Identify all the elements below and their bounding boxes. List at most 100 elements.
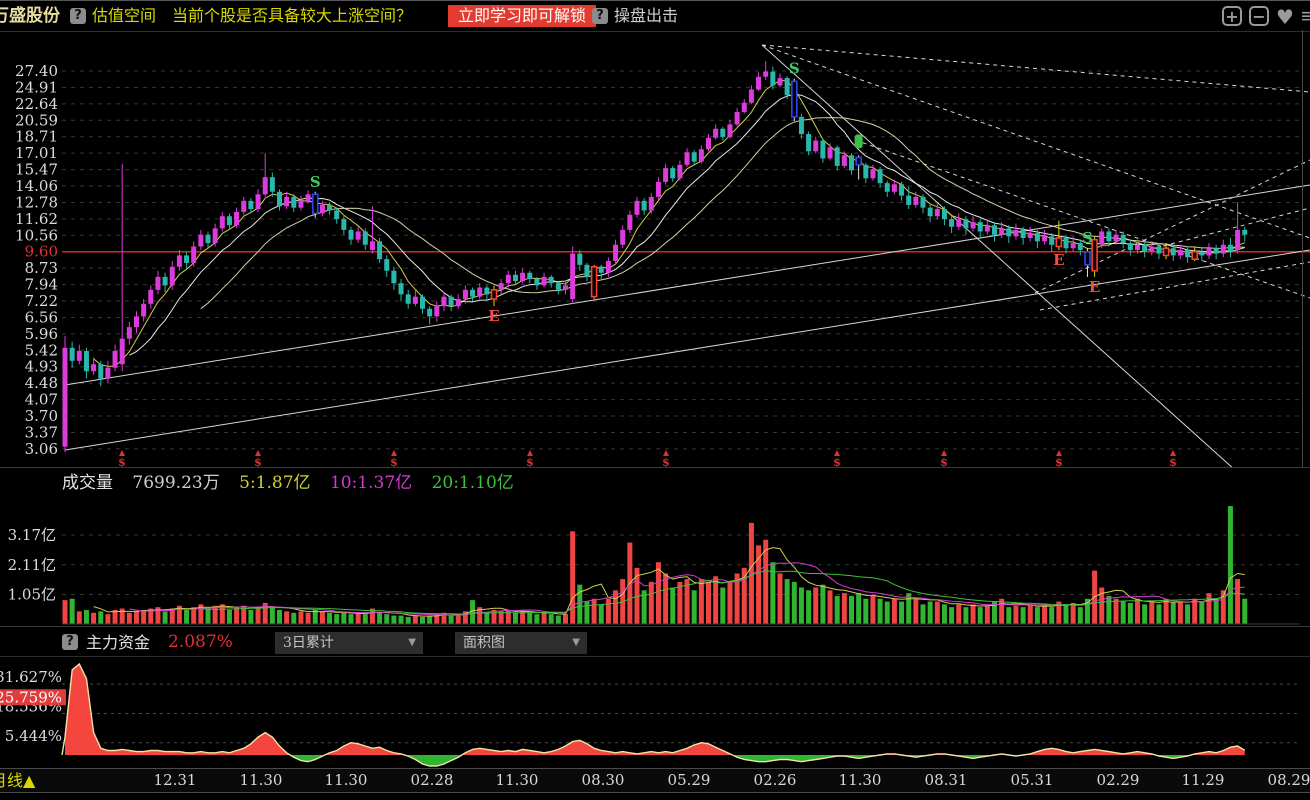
date-tick-label: 02.26: [753, 771, 797, 789]
svg-text:5.96: 5.96: [25, 325, 58, 343]
date-tick-label: 05.31: [1010, 771, 1054, 789]
svg-text:$: $: [833, 456, 841, 467]
volume-label: 成交量: [62, 473, 113, 493]
fund-flow-label: 主力资金: [86, 633, 151, 652]
svg-text:$: $: [526, 456, 534, 467]
svg-text:4.07: 4.07: [25, 391, 58, 409]
svg-text:3.06: 3.06: [25, 440, 58, 458]
svg-text:9.60: 9.60: [25, 243, 58, 261]
svg-text:3.17亿: 3.17亿: [8, 526, 56, 544]
svg-text:25.759%: 25.759%: [0, 688, 62, 706]
help-icon[interactable]: ?: [592, 8, 608, 24]
svg-text:$: $: [662, 456, 670, 467]
date-axis[interactable]: 月线▲ 12.31 11.30 11.30 02.28 11.30 08.30 05.29 0…: [0, 768, 1310, 793]
svg-text:3.37: 3.37: [25, 423, 58, 441]
date-tick-label: 11.30: [324, 771, 368, 789]
zoom-out-icon[interactable]: −: [1249, 6, 1269, 26]
price-tick-labels: 27.4024.9122.6420.5918.7117.0115.4714.06…: [15, 62, 58, 458]
svg-text:$: $: [390, 456, 398, 467]
menu-item-estimate-space[interactable]: 估值空间: [92, 1, 156, 31]
zoom-in-icon[interactable]: +: [1222, 6, 1242, 26]
svg-text:31.627%: 31.627%: [0, 668, 62, 686]
favorite-heart-icon[interactable]: ♥: [1276, 5, 1294, 29]
svg-text:15.47: 15.47: [15, 161, 58, 179]
stock-app-window: 万盛股份 ? 估值空间 当前个股是否具备较大上涨空间？ 立即学习即可解锁 ? 操…: [0, 0, 1310, 800]
svg-text:$: $: [940, 456, 948, 467]
chart-type-dropdown[interactable]: 面积图 ▼: [455, 632, 587, 654]
svg-text:8.73: 8.73: [25, 259, 58, 277]
date-tick-label: 08.30: [581, 771, 625, 789]
divider: [0, 626, 1310, 627]
chevron-down-icon: ▼: [572, 637, 580, 648]
svg-text:22.64: 22.64: [15, 95, 58, 113]
stock-name: 万盛股份: [0, 6, 60, 26]
svg-text:27.40: 27.40: [15, 62, 58, 80]
svg-text:7.22: 7.22: [25, 292, 58, 310]
date-tick-label: 02.29: [1096, 771, 1140, 789]
svg-text:5.444%: 5.444%: [5, 727, 62, 745]
date-tick-label: 08.29: [1267, 771, 1310, 789]
svg-text:1.05亿: 1.05亿: [8, 586, 56, 604]
volume-ma5-label: 5:1.87亿: [239, 473, 311, 493]
date-tick-label: 11.30: [495, 771, 539, 789]
date-tick-label: 11.29: [1181, 771, 1225, 789]
svg-text:E: E: [1089, 278, 1100, 296]
svg-text:24.91: 24.91: [15, 78, 58, 96]
signal-markers: SSSEEE: [310, 60, 1100, 326]
svg-text:$: $: [1055, 456, 1063, 467]
svg-text:7.94: 7.94: [25, 276, 58, 294]
svg-text:S: S: [789, 60, 800, 78]
svg-text:3.70: 3.70: [25, 407, 58, 425]
fund-flow-area-chart[interactable]: 31.627%18.536%5.444% 25.759%: [0, 658, 1310, 768]
main-candlestick-chart[interactable]: 27.4024.9122.6420.5918.7117.0115.4714.06…: [0, 30, 1310, 467]
fund-flow-value: 2.087%: [168, 632, 233, 652]
fund-gridlines: 31.627%18.536%5.444%: [0, 668, 1300, 745]
date-tick-label: 11.30: [838, 771, 882, 789]
chevron-down-icon: ▼: [408, 637, 416, 648]
date-tick-label: 05.29: [667, 771, 711, 789]
svg-text:E: E: [1053, 251, 1064, 269]
volume-value: 7699.23万: [132, 473, 220, 493]
svg-text:12.78: 12.78: [15, 193, 58, 211]
promo-question-text: 当前个股是否具备较大上涨空间？: [172, 6, 413, 25]
divider: [0, 656, 1310, 657]
date-tick-label: 08.31: [924, 771, 968, 789]
volume-bar-chart[interactable]: 3.17亿 2.11亿 1.05亿: [0, 496, 1310, 626]
svg-text:E: E: [488, 307, 499, 325]
menu-list-icon[interactable]: ≡: [1300, 5, 1310, 27]
help-icon[interactable]: ?: [70, 8, 86, 24]
svg-text:18.71: 18.71: [15, 128, 58, 146]
period-dropdown-value: 3日累计: [283, 635, 334, 651]
period-axis-label[interactable]: 月线▲: [0, 769, 35, 792]
date-tick-label: 11.30: [239, 771, 283, 789]
fund-current-badge: 25.759%: [0, 688, 66, 706]
svg-text:14.06: 14.06: [15, 177, 58, 195]
dividend-event-marks: $ $ $ $ $ $ $ $ $: [118, 450, 1177, 467]
trend-lines: [64, 44, 1310, 467]
help-icon[interactable]: ?: [62, 634, 78, 650]
period-dropdown[interactable]: 3日累计 ▼: [275, 632, 423, 654]
menu-item-trade-attack[interactable]: 操盘出击: [614, 1, 678, 31]
svg-text:$: $: [254, 456, 262, 467]
date-tick-label: 12.31: [153, 771, 197, 789]
volume-ma10-label: 10:1.37亿: [329, 473, 413, 493]
volume-bars[interactable]: [62, 506, 1248, 624]
svg-text:$: $: [118, 456, 126, 467]
svg-text:$: $: [1169, 456, 1177, 467]
candles[interactable]: [62, 61, 1248, 453]
svg-text:6.56: 6.56: [25, 308, 58, 326]
svg-text:11.62: 11.62: [15, 210, 58, 228]
svg-text:10.56: 10.56: [15, 226, 58, 244]
unlock-learn-button[interactable]: 立即学习即可解锁: [448, 5, 597, 27]
svg-text:S: S: [310, 173, 321, 191]
price-gridlines: [62, 70, 1300, 450]
svg-text:S: S: [1082, 229, 1093, 247]
fund-area-positive: [62, 664, 1245, 755]
top-toolbar: 万盛股份 ? 估值空间 当前个股是否具备较大上涨空间？ 立即学习即可解锁 ? 操…: [0, 0, 1310, 32]
volume-header: 成交量 7699.23万 5:1.87亿 10:1.37亿 20:1.10亿: [62, 468, 528, 498]
volume-ma20-label: 20:1.10亿: [431, 473, 514, 493]
svg-text:17.01: 17.01: [15, 144, 58, 162]
svg-text:5.42: 5.42: [25, 341, 58, 359]
chart-type-dropdown-value: 面积图: [463, 635, 505, 651]
svg-text:20.59: 20.59: [15, 111, 58, 129]
